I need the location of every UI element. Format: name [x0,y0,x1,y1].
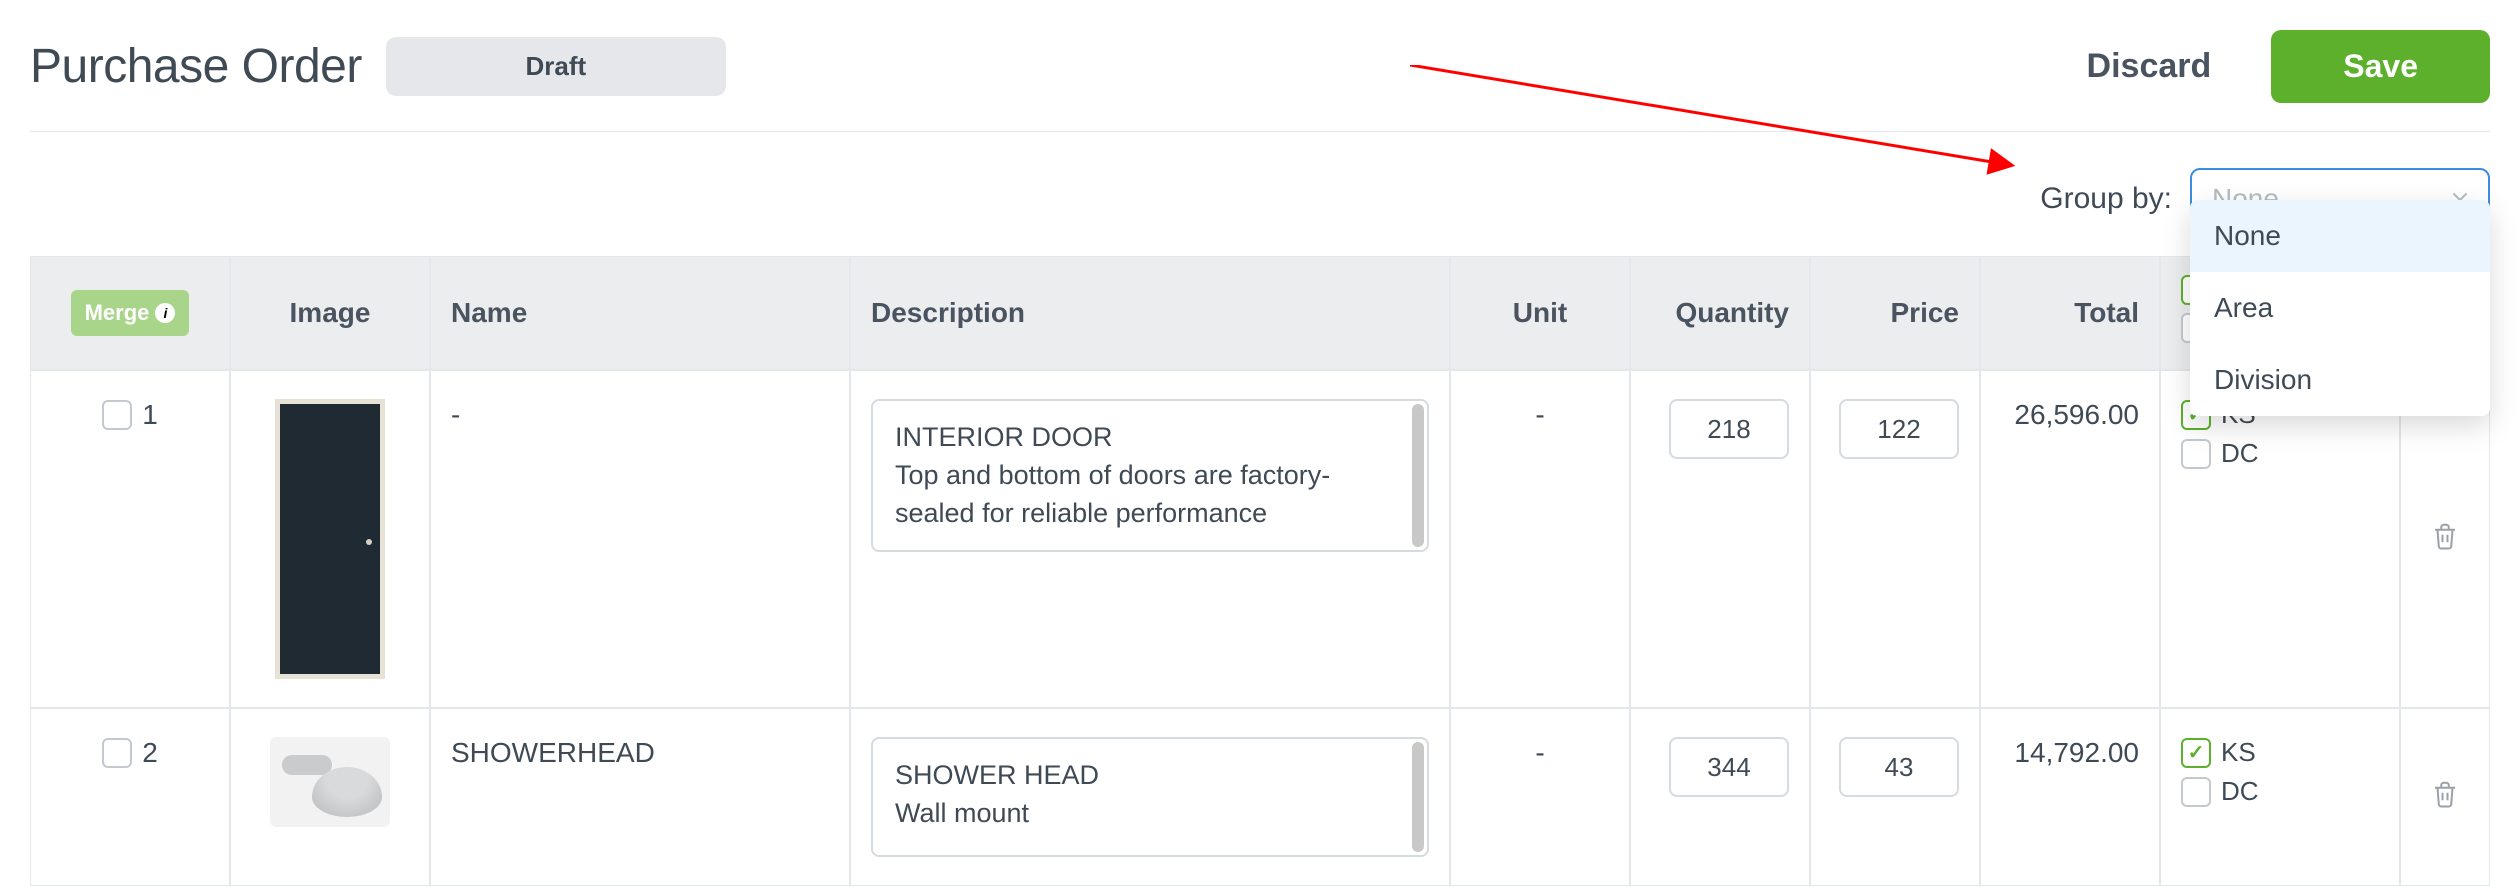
row-unit: - [1450,708,1630,886]
tag-checkbox[interactable] [2181,439,2211,469]
col-price: Price [1810,256,1980,370]
col-image: Image [230,256,430,370]
quantity-input[interactable] [1669,737,1789,797]
group-by-option-division[interactable]: Division [2190,344,2490,416]
row-total: 14,792.00 [1980,708,2160,886]
table-row: 2 SHOWERHEAD SHOWER HEAD Wall mount - [30,708,2490,886]
delete-row-button[interactable] [2430,784,2460,815]
description-title: SHOWER HEAD [895,757,1405,795]
save-button[interactable]: Save [2271,30,2490,103]
description-input[interactable]: INTERIOR DOOR Top and bottom of doors ar… [871,399,1429,552]
table-row: 1 - INTERIOR DOOR Top and bottom of door… [30,370,2490,708]
col-description: Description [850,256,1450,370]
merge-label: Merge [85,300,150,326]
quantity-input[interactable] [1669,399,1789,459]
description-input[interactable]: SHOWER HEAD Wall mount [871,737,1429,857]
group-by-option-area[interactable]: Area [2190,272,2490,344]
row-index: 2 [142,737,158,769]
scrollbar[interactable] [1412,742,1424,852]
col-merge: Merge i [30,256,230,370]
tag-checkbox[interactable] [2181,738,2211,768]
group-by-dropdown: None Area Division [2190,200,2490,416]
tag-label: KS [2221,737,2256,768]
scrollbar[interactable] [1412,404,1424,547]
col-name: Name [430,256,850,370]
row-index: 1 [142,399,158,431]
price-input[interactable] [1839,399,1959,459]
merge-button[interactable]: Merge i [71,290,190,336]
delete-row-button[interactable] [2430,526,2460,557]
product-image [270,737,390,827]
row-unit: - [1450,370,1630,708]
description-title: INTERIOR DOOR [895,419,1405,457]
tag-checkbox[interactable] [2181,777,2211,807]
row-total: 26,596.00 [1980,370,2160,708]
status-badge: Draft [386,37,726,96]
row-name: - [430,370,850,708]
product-image [270,399,390,679]
description-body: Wall mount [895,795,1405,833]
group-by-label: Group by: [2040,182,2172,216]
col-total: Total [1980,256,2160,370]
col-quantity: Quantity [1630,256,1810,370]
row-checkbox[interactable] [102,400,132,430]
tag-label: DC [2221,776,2259,807]
price-input[interactable] [1839,737,1959,797]
description-body: Top and bottom of doors are factory-seal… [895,457,1405,533]
group-by-option-none[interactable]: None [2190,200,2490,272]
info-icon: i [155,303,175,323]
row-name: SHOWERHEAD [430,708,850,886]
col-unit: Unit [1450,256,1630,370]
page-title: Purchase Order [30,39,362,94]
tag-label: DC [2221,438,2259,469]
row-checkbox[interactable] [102,738,132,768]
discard-button[interactable]: Discard [2087,47,2212,86]
line-items-table: Merge i Image Name Description Unit Quan… [30,256,2490,886]
